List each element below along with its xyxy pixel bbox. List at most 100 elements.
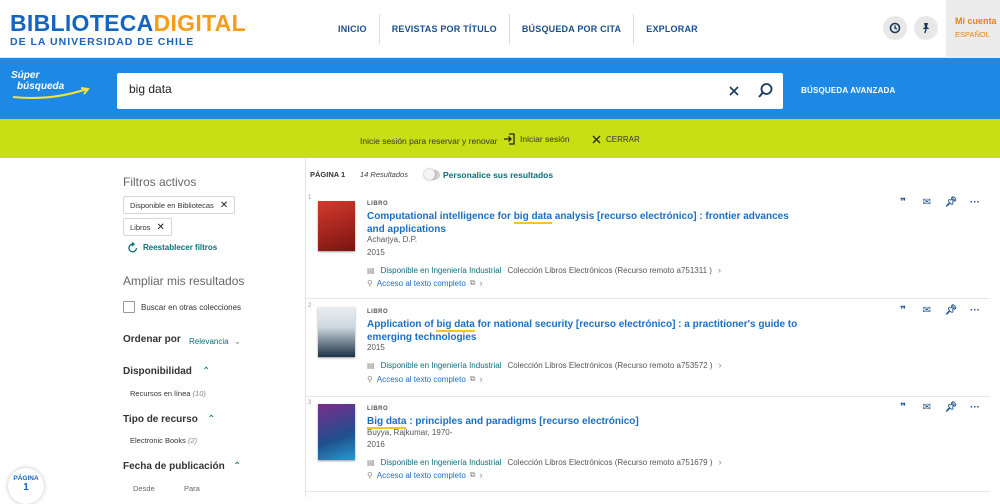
external-link-icon: ⧉ — [469, 470, 476, 479]
record-year: 2016 — [367, 440, 385, 449]
history-button[interactable] — [883, 16, 907, 40]
personalize-label[interactable]: Personalice sus resultados — [443, 170, 553, 180]
date-to-label: Para — [184, 484, 200, 493]
facet-item[interactable]: Electronic Books (2) — [130, 436, 197, 445]
nav-revistas[interactable]: REVISTAS POR TÍTULO — [380, 14, 510, 44]
login-message: Inicie sesión para reservar y renovar — [360, 136, 498, 146]
chevron-right-icon: › — [718, 457, 722, 467]
remove-filter-icon[interactable]: ✕ — [156, 222, 164, 233]
availability-line[interactable]: ▤ Disponible en Ingeniería Industrial Col… — [367, 265, 721, 275]
cite-icon[interactable]: ❞ — [891, 402, 915, 413]
record-title[interactable]: Application of big data for national sec… — [367, 318, 807, 344]
personalize-toggle[interactable] — [424, 169, 440, 180]
record-year: 2015 — [367, 248, 385, 257]
super-busqueda-logo[interactable]: Súper búsqueda — [11, 71, 90, 99]
record-title[interactable]: Big data : principles and paradigms [rec… — [367, 415, 807, 429]
more-icon[interactable]: ··· — [963, 197, 987, 208]
advanced-search-link[interactable]: BÚSQUEDA AVANZADA — [801, 86, 896, 95]
chevron-right-icon: › — [717, 265, 721, 275]
availability-line[interactable]: ▤ Disponible en Ingeniería Industrial Col… — [367, 457, 722, 467]
more-icon[interactable]: ··· — [963, 305, 987, 316]
search-box — [117, 73, 783, 109]
pub-date-facet[interactable]: Fecha de publicación — [123, 461, 225, 472]
other-collections-checkbox[interactable] — [123, 301, 135, 313]
filter-chip[interactable]: Disponible en Bibliotecas ✕ — [123, 196, 236, 214]
chevron-right-icon: › — [479, 278, 483, 288]
email-icon[interactable]: ✉ — [915, 402, 939, 413]
book-cover[interactable] — [318, 201, 355, 251]
book-icon: ▤ — [367, 265, 375, 275]
result-record: 2 LIBRO Application of big data for nati… — [306, 303, 990, 397]
logo[interactable]: BIBLIOTECADIGITAL DE LA UNIVERSIDAD DE C… — [10, 12, 246, 48]
nav-inicio[interactable]: INICIO — [326, 14, 380, 44]
record-author[interactable]: Buyya, Rajkumar, 1970- — [367, 428, 452, 437]
signin-icon — [504, 133, 515, 145]
nav-busqueda-cita[interactable]: BÚSQUEDA POR CITA — [510, 14, 635, 44]
filter-chip[interactable]: Libros ✕ — [123, 218, 172, 236]
link-icon: ⚲ — [367, 374, 373, 384]
date-from-label: Desde — [133, 484, 155, 493]
email-icon[interactable]: ✉ — [915, 197, 939, 208]
link-icon: ⚲ — [367, 278, 373, 288]
pin-icon[interactable]: 📌︎ — [939, 305, 963, 316]
book-cover[interactable] — [318, 307, 355, 357]
availability-facet[interactable]: Disponibilidad — [123, 366, 192, 377]
refresh-icon — [128, 242, 138, 253]
facet-item[interactable]: Recursos en línea (10) — [130, 389, 206, 398]
pin-icon — [922, 23, 930, 34]
more-icon[interactable]: ··· — [963, 402, 987, 413]
result-record: 1 LIBRO Computational intelligence for b… — [306, 195, 990, 299]
chevron-up-icon[interactable]: ⌃ — [233, 461, 241, 472]
chevron-up-icon[interactable]: ⌃ — [202, 366, 210, 377]
fulltext-link[interactable]: ⚲ Acceso al texto completo ⧉ › — [367, 374, 483, 384]
close-icon — [592, 135, 601, 144]
book-cover[interactable] — [318, 404, 355, 460]
signin-button[interactable]: Iniciar sesión — [503, 133, 570, 145]
nav-explorar[interactable]: EXPLORAR — [634, 14, 710, 44]
clear-icon[interactable] — [728, 85, 740, 97]
close-banner-button[interactable]: CERRAR — [592, 135, 640, 144]
remove-filter-icon[interactable]: ✕ — [220, 200, 228, 211]
search-icon[interactable] — [757, 82, 774, 99]
account-label: Mi cuenta — [955, 16, 997, 26]
pinned-button[interactable] — [914, 16, 938, 40]
page-indicator[interactable]: PÁGINA 1 — [8, 468, 44, 504]
fulltext-link[interactable]: ⚲ Acceso al texto completo ⧉ › — [367, 470, 483, 480]
search-input[interactable] — [129, 82, 709, 96]
cite-icon[interactable]: ❞ — [891, 197, 915, 208]
active-filters-title: Filtros activos — [123, 175, 197, 189]
results-page: PÁGINA 1 — [310, 170, 346, 179]
record-title[interactable]: Computational intelligence for big data … — [367, 210, 807, 236]
record-year: 2015 — [367, 343, 385, 352]
external-link-icon: ⧉ — [469, 374, 476, 383]
reset-filters-link[interactable]: Reestablecer filtros — [128, 242, 217, 253]
expand-results-title: Ampliar mis resultados — [123, 274, 245, 288]
chevron-right-icon: › — [479, 374, 483, 384]
logo-part1: BIBLIOTECA — [10, 10, 154, 36]
main-nav: INICIO REVISTAS POR TÍTULO BÚSQUEDA POR … — [326, 14, 710, 44]
record-author[interactable]: Acharjya, D.P. — [367, 235, 417, 244]
result-record: 3 LIBRO Big data : principles and paradi… — [306, 400, 990, 492]
sort-select[interactable]: Relevancia ⌄ — [189, 336, 241, 347]
language-label[interactable]: ESPAÑOL — [955, 30, 1000, 39]
sort-label: Ordenar por — [123, 334, 181, 345]
pin-icon[interactable]: 📌︎ — [939, 197, 963, 208]
cite-icon[interactable]: ❞ — [891, 305, 915, 316]
chevron-down-icon: ⌄ — [233, 336, 242, 346]
pin-icon[interactable]: 📌︎ — [939, 402, 963, 413]
chevron-right-icon: › — [479, 470, 483, 480]
swoosh-icon — [12, 87, 90, 99]
login-banner: Inicie sesión para reservar y renovar — [0, 119, 1000, 158]
availability-line[interactable]: ▤ Disponible en Ingeniería Industrial Col… — [367, 360, 722, 370]
email-icon[interactable]: ✉ — [915, 305, 939, 316]
chevron-up-icon[interactable]: ⌃ — [207, 414, 215, 425]
resource-type-facet[interactable]: Tipo de recurso — [123, 414, 198, 425]
history-icon — [889, 22, 901, 34]
book-icon: ▤ — [367, 457, 375, 467]
logo-part2: DIGITAL — [153, 10, 246, 36]
chevron-right-icon: › — [718, 360, 722, 370]
other-collections-label: Buscar en otras colecciones — [141, 303, 242, 312]
logo-subtitle: DE LA UNIVERSIDAD DE CHILE — [10, 36, 195, 48]
fulltext-link[interactable]: ⚲ Acceso al texto completo ⧉ › — [367, 278, 483, 288]
account-menu[interactable]: Mi cuenta ESPAÑOL — [946, 0, 1000, 58]
